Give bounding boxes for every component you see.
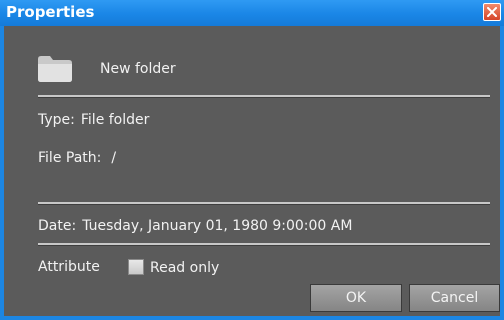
folder-icon <box>38 56 72 86</box>
close-icon <box>487 7 497 17</box>
properties-dialog: Properties New folder Type: File folder F… <box>0 0 504 320</box>
date-value: Tuesday, January 01, 1980 9:00:00 AM <box>82 218 353 234</box>
file-path-row: File Path: / <box>38 150 116 166</box>
type-label: Type: <box>38 112 75 128</box>
cancel-button[interactable]: Cancel <box>409 284 500 312</box>
date-label: Date: <box>38 218 77 234</box>
ok-button[interactable]: OK <box>310 284 402 312</box>
read-only-label[interactable]: Read only <box>150 260 219 276</box>
divider <box>38 202 490 205</box>
file-path-label: File Path: <box>38 150 102 166</box>
attribute-label: Attribute <box>38 259 100 275</box>
type-row: Type: File folder <box>38 112 149 128</box>
type-value: File folder <box>80 112 150 128</box>
close-button[interactable] <box>483 3 501 21</box>
read-only-checkbox[interactable] <box>128 259 144 275</box>
divider <box>38 95 490 98</box>
divider <box>38 243 490 246</box>
date-row: Date: Tuesday, January 01, 1980 9:00:00 A… <box>38 218 352 234</box>
item-name: New folder <box>100 61 176 77</box>
dialog-title: Properties <box>6 3 95 21</box>
file-path-value: / <box>111 150 117 166</box>
title-bar[interactable]: Properties <box>0 0 504 26</box>
